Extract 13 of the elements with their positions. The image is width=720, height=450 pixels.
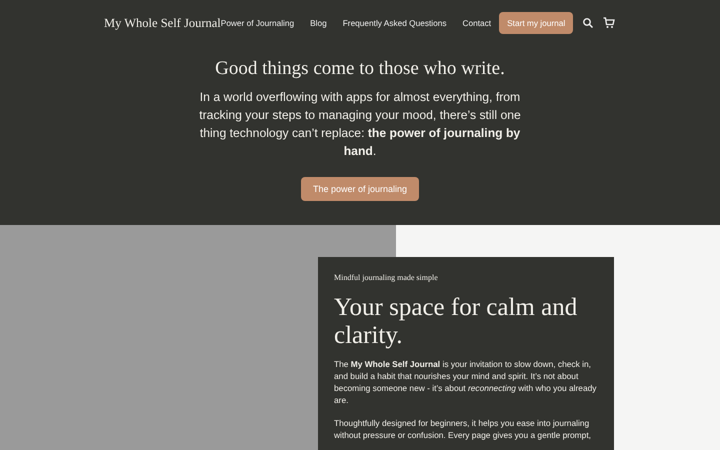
search-icon[interactable]	[583, 18, 594, 28]
hero-heading: Good things come to those who write.	[215, 58, 505, 80]
nav-link[interactable]: Power of Journaling	[220, 18, 294, 28]
hero-paragraph: In a world overflowing with apps for almost everything, from tracking your steps to managing your mood, there’s still one thing technology can’t replace: the power of journaling by hand.	[198, 89, 522, 160]
nav-link[interactable]: Frequently Asked Questions	[342, 18, 447, 28]
site-logo[interactable]: My Whole Self Journal	[104, 16, 221, 30]
card-eyebrow: Mindful journaling made simple	[334, 273, 439, 282]
card-paragraph: The My Whole Self Journal is your invitation to slow down, check in, and build a habit that nourishes your mind and spirit. It’s not about becoming someone new - it’s about reconnecting with who you already are.	[334, 358, 598, 406]
nav-link[interactable]: Blog	[310, 18, 327, 28]
nav-link[interactable]: Contact	[462, 18, 492, 28]
card-paragraph: Thoughtfully designed for beginners, it helps you ease into journaling without pressure or confusion. Every page gives you a gentle prompt,	[334, 417, 592, 441]
cart-icon[interactable]	[603, 17, 616, 29]
card-heading: Your space for calm and clarity.	[334, 294, 578, 350]
